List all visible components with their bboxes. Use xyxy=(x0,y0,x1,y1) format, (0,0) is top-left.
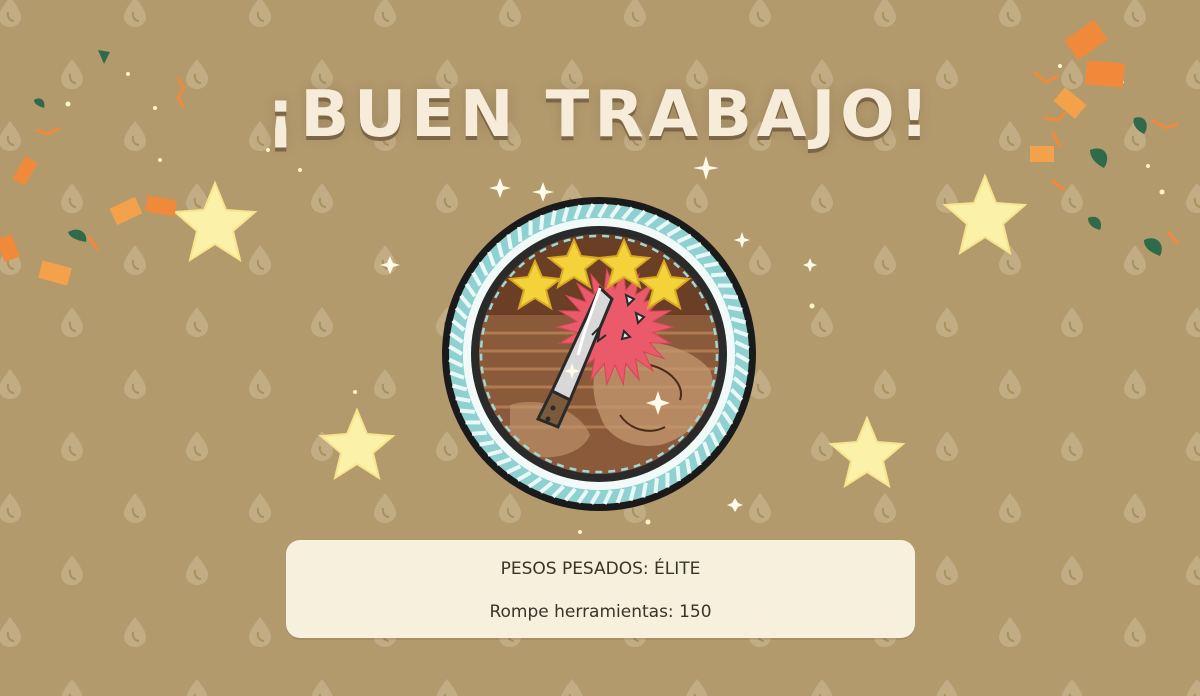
star-decor-right-bottom xyxy=(828,415,906,489)
achievement-name: PESOS PESADOS: ÉLITE xyxy=(500,559,701,579)
confetti-left xyxy=(0,50,186,286)
star-decor-left-bottom xyxy=(318,407,396,481)
star-decor-right-top xyxy=(942,173,1028,256)
confetti-right xyxy=(1030,19,1180,256)
achievement-detail: Rompe herramientas: 150 xyxy=(489,602,712,622)
star-decor-left-top xyxy=(172,180,258,263)
achievement-panel: PESOS PESADOS: ÉLITE Rompe herramientas:… xyxy=(286,540,915,638)
achievement-badge xyxy=(442,197,756,511)
